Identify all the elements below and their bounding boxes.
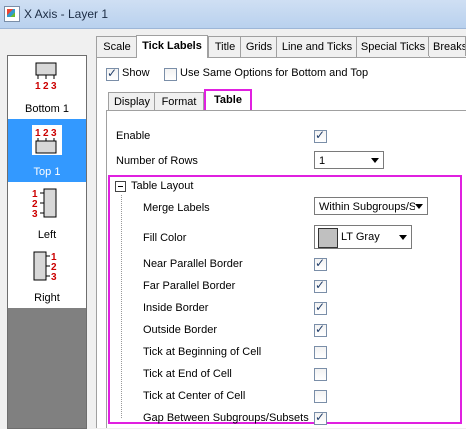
tick-at-beginning-label: Tick at Beginning of Cell xyxy=(143,346,262,358)
show-label: Show xyxy=(122,67,150,79)
tab-table[interactable]: Table xyxy=(204,89,252,112)
enable-label: Enable xyxy=(116,130,151,142)
axis-item-right[interactable]: 1 2 3 Right xyxy=(8,245,86,308)
tab-line-and-ticks[interactable]: Line and Ticks xyxy=(276,36,358,57)
digit-label: 3 xyxy=(51,128,57,139)
digit-label: 1 xyxy=(35,81,41,92)
tab-format[interactable]: Format xyxy=(154,92,204,111)
merge-labels-label: Merge Labels xyxy=(143,202,210,214)
tab-title[interactable]: Title xyxy=(208,36,242,57)
number-of-rows-label: Number of Rows xyxy=(116,155,198,167)
outside-border-label: Outside Border xyxy=(143,324,217,336)
fill-color-value: LT Gray xyxy=(341,231,380,243)
chevron-down-icon xyxy=(371,158,379,163)
axis-item-label: Right xyxy=(34,292,60,304)
show-checkbox[interactable] xyxy=(106,66,119,81)
digit-label: 1 xyxy=(35,128,41,139)
digit-label: 3 xyxy=(51,272,57,283)
enable-checkbox[interactable] xyxy=(314,128,327,143)
axis-item-top-1[interactable]: 1 2 3 Top 1 xyxy=(8,119,86,182)
axis-item-label: Bottom 1 xyxy=(24,103,70,115)
table-layout-title: Table Layout xyxy=(131,180,194,192)
tick-at-end-checkbox[interactable] xyxy=(314,368,327,381)
chevron-down-icon xyxy=(415,204,423,209)
inside-border-label: Inside Border xyxy=(143,302,209,314)
number-of-rows-select[interactable]: 1 xyxy=(314,151,384,169)
axis-item-left[interactable]: 1 2 3 Left xyxy=(8,182,86,245)
tab-breaks[interactable]: Breaks xyxy=(428,36,466,56)
number-of-rows-value: 1 xyxy=(319,155,326,167)
axis-item-label: Top 1 xyxy=(33,166,61,178)
digit-label: 3 xyxy=(32,209,38,220)
bottom-axis-icon: 1 2 3 xyxy=(35,62,57,92)
tab-scale[interactable]: Scale xyxy=(96,36,138,57)
collapse-icon[interactable] xyxy=(115,181,126,192)
right-axis-icon: 1 2 3 xyxy=(33,251,57,283)
tab-grids[interactable]: Grids xyxy=(240,36,278,57)
merge-labels-value: Within Subgroups/Subse xyxy=(319,201,415,213)
tick-at-beginning-checkbox[interactable] xyxy=(314,346,327,359)
color-swatch xyxy=(318,228,338,248)
near-parallel-border-checkbox[interactable] xyxy=(314,256,327,271)
tick-at-end-label: Tick at End of Cell xyxy=(143,368,232,380)
tab-special-ticks[interactable]: Special Ticks xyxy=(356,36,430,57)
fill-color-label: Fill Color xyxy=(143,232,187,244)
tick-at-center-checkbox[interactable] xyxy=(314,390,327,403)
inside-border-checkbox[interactable] xyxy=(314,300,327,315)
same-options-checkbox[interactable] xyxy=(164,68,177,81)
digit-label: 2 xyxy=(43,81,49,92)
far-parallel-border-checkbox[interactable] xyxy=(314,278,327,293)
near-parallel-border-label: Near Parallel Border xyxy=(143,258,243,270)
axis-list-panel: 1 2 3 Bottom 1 1 2 3 Top 1 1 2 3 Left 1 … xyxy=(7,55,87,429)
digit-label: 3 xyxy=(51,81,57,92)
tick-at-center-label: Tick at Center of Cell xyxy=(143,390,246,402)
tab-tick-labels[interactable]: Tick Labels xyxy=(136,35,208,58)
main-tabs: Scale Tick Labels Title Grids Line and T… xyxy=(96,35,466,58)
digit-label: 2 xyxy=(43,128,49,139)
title-bar: X Axis - Layer 1 xyxy=(0,0,466,29)
merge-labels-select[interactable]: Within Subgroups/Subse xyxy=(314,197,428,215)
fill-color-select[interactable]: LT Gray xyxy=(314,225,412,249)
gap-between-subgroups-checkbox[interactable] xyxy=(314,410,327,425)
outside-border-checkbox[interactable] xyxy=(314,322,327,337)
axis-item-label: Left xyxy=(37,229,57,241)
axis-item-bottom-1[interactable]: 1 2 3 Bottom 1 xyxy=(8,56,86,119)
tree-line xyxy=(121,195,122,418)
same-options-label: Use Same Options for Bottom and Top xyxy=(180,67,369,79)
far-parallel-border-label: Far Parallel Border xyxy=(143,280,236,292)
app-icon xyxy=(4,6,20,22)
left-axis-icon: 1 2 3 xyxy=(32,188,57,220)
window-title: X Axis - Layer 1 xyxy=(24,7,109,21)
top-axis-icon: 1 2 3 xyxy=(32,125,62,155)
tab-display[interactable]: Display xyxy=(108,92,156,111)
gap-between-subgroups-label: Gap Between Subgroups/Subsets xyxy=(143,412,309,424)
chevron-down-icon xyxy=(399,235,407,240)
